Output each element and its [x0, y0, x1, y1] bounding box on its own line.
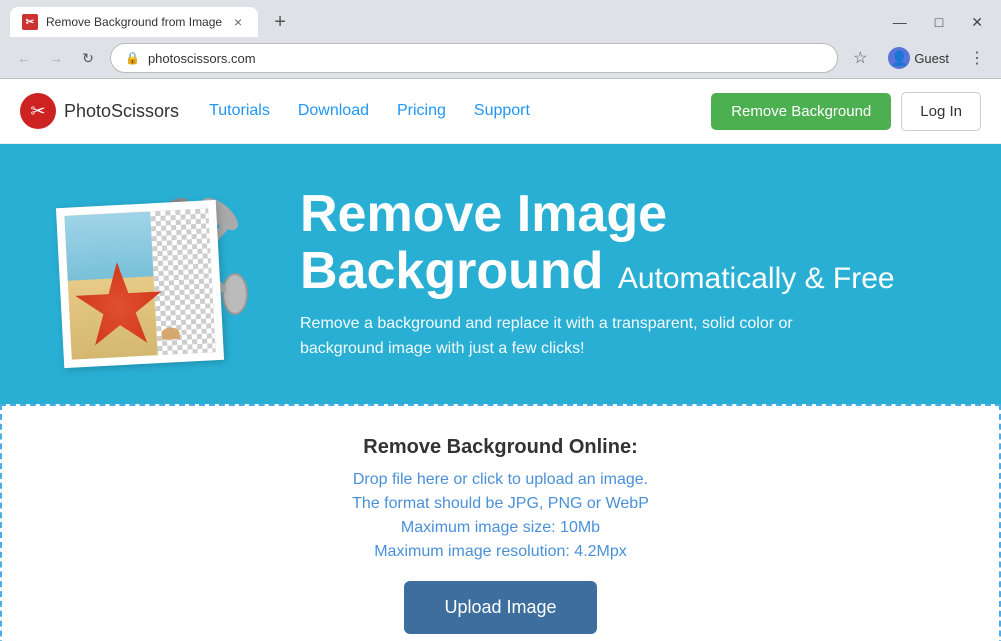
hero-content: Remove Image Background Automatically & … [300, 186, 961, 362]
hero-title-auto: Automatically & Free [618, 262, 895, 295]
upload-title: Remove Background Online: [22, 436, 979, 459]
profile-avatar: 👤 [888, 47, 910, 69]
profile-name: Guest [914, 51, 949, 66]
back-button[interactable]: ← [10, 44, 38, 72]
tab-favicon: ✂ [22, 14, 38, 30]
upload-section: Remove Background Online: Drop file here… [0, 404, 1001, 641]
photo-card [56, 200, 224, 368]
svg-text:✂: ✂ [30, 101, 45, 121]
login-button[interactable]: Log In [901, 92, 981, 131]
forward-button[interactable]: → [42, 44, 70, 72]
menu-icon[interactable]: ⋮ [963, 44, 991, 72]
logo-text: PhotoScissors [64, 101, 179, 122]
hero-title: Remove Image Background Automatically & … [300, 186, 961, 300]
nav-pricing[interactable]: Pricing [397, 102, 446, 120]
nav-download[interactable]: Download [298, 102, 369, 120]
site-navigation: ✂ PhotoScissors Tutorials Download Prici… [0, 79, 1001, 144]
hero-illustration [40, 174, 270, 374]
upload-hint: Drop file here or click to upload an ima… [22, 471, 979, 489]
tab-title: Remove Background from Image [46, 15, 222, 29]
logo-icon: ✂ [20, 93, 56, 129]
close-button[interactable]: ✕ [963, 10, 991, 35]
browser-tab[interactable]: ✂ Remove Background from Image × [10, 7, 258, 37]
upload-max-resolution: Maximum image resolution: 4.2Mpx [22, 543, 979, 561]
url-text: photoscissors.com [148, 51, 256, 66]
nav-support[interactable]: Support [474, 102, 530, 120]
new-tab-button[interactable]: + [266, 8, 294, 36]
nav-actions: Remove Background Log In [711, 92, 981, 131]
upload-max-size: Maximum image size: 10Mb [22, 519, 979, 537]
minimize-button[interactable]: — [885, 10, 915, 34]
refresh-button[interactable]: ↻ [74, 44, 102, 72]
address-bar[interactable]: 🔒 photoscissors.com [110, 43, 838, 73]
tab-close-btn[interactable]: × [230, 14, 246, 30]
remove-background-button[interactable]: Remove Background [711, 93, 891, 130]
hero-section: Remove Image Background Automatically & … [0, 144, 1001, 404]
lock-icon: 🔒 [125, 51, 140, 65]
upload-image-button[interactable]: Upload Image [404, 581, 596, 634]
profile-button[interactable]: 👤 Guest [880, 44, 957, 72]
upload-format: The format should be JPG, PNG or WebP [22, 495, 979, 513]
nav-tutorials[interactable]: Tutorials [209, 102, 270, 120]
hero-description: Remove a background and replace it with … [300, 311, 880, 362]
maximize-button[interactable]: □ [927, 10, 951, 34]
logo[interactable]: ✂ PhotoScissors [20, 93, 179, 129]
bookmark-icon[interactable]: ☆ [846, 44, 874, 72]
nav-links: Tutorials Download Pricing Support [209, 102, 711, 120]
